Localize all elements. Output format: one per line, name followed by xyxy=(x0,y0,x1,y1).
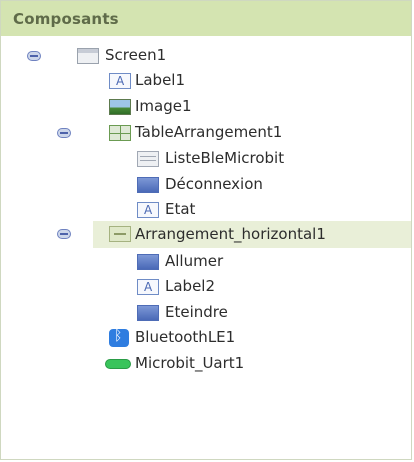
label-icon xyxy=(137,202,159,218)
label-icon xyxy=(137,279,159,295)
tree-item-label: BluetoothLE1 xyxy=(135,328,236,346)
screen-icon xyxy=(77,48,99,64)
tree-item-label: Etat xyxy=(165,200,196,218)
tree-item-image1[interactable]: Image1 xyxy=(1,95,411,119)
tree-item-table-arrangement1[interactable]: TableArrangement1 xyxy=(1,121,411,145)
tree-item-arrangement-horizontal1[interactable]: Arrangement_horizontal1 xyxy=(1,221,411,248)
collapse-toggle-icon[interactable] xyxy=(57,128,71,138)
image-icon xyxy=(109,99,131,115)
label-icon xyxy=(109,73,131,89)
list-picker-icon xyxy=(137,151,159,167)
panel-header: Composants xyxy=(1,1,411,36)
button-icon xyxy=(137,254,159,270)
tree-item-label2[interactable]: Label2 xyxy=(1,275,411,299)
tree-item-screen1[interactable]: Screen1 xyxy=(1,44,411,68)
button-icon xyxy=(137,177,159,193)
tree-item-allumer[interactable]: Allumer xyxy=(1,250,411,274)
tree-item-label: Déconnexion xyxy=(165,175,263,193)
panel-title: Composants xyxy=(13,9,119,28)
table-arrangement-icon xyxy=(109,125,131,141)
tree-item-deconnexion[interactable]: Déconnexion xyxy=(1,173,411,197)
tree-item-label: Label2 xyxy=(165,277,216,295)
bluetooth-icon xyxy=(109,328,129,347)
tree-item-label: TableArrangement1 xyxy=(135,123,283,141)
tree-item-label: Arrangement_horizontal1 xyxy=(135,225,326,243)
collapse-toggle-icon[interactable] xyxy=(57,229,71,239)
tree-item-label: Eteindre xyxy=(165,303,228,321)
horizontal-arrangement-icon xyxy=(109,226,131,242)
tree-item-eteindre[interactable]: Eteindre xyxy=(1,301,411,325)
tree-item-label: Allumer xyxy=(165,252,224,270)
tree-item-microbit-uart1[interactable]: Microbit_Uart1 xyxy=(1,352,411,376)
tree-item-label1[interactable]: Label1 xyxy=(1,69,411,93)
components-panel: Composants Screen1 Label1 Image1 TableAr… xyxy=(0,0,412,460)
collapse-toggle-icon[interactable] xyxy=(27,51,41,61)
tree-item-label: Microbit_Uart1 xyxy=(135,354,245,372)
tree-item-liste-ble-microbit[interactable]: ListeBleMicrobit xyxy=(1,147,411,171)
tree-item-label: Screen1 xyxy=(105,46,167,64)
tree-item-bluetooth-le1[interactable]: BluetoothLE1 xyxy=(1,326,411,350)
button-icon xyxy=(137,305,159,321)
tree-item-label: ListeBleMicrobit xyxy=(165,149,285,167)
uart-icon xyxy=(105,359,131,369)
tree-item-etat[interactable]: Etat xyxy=(1,198,411,222)
tree-item-label: Label1 xyxy=(135,71,186,89)
tree-item-label: Image1 xyxy=(135,97,192,115)
